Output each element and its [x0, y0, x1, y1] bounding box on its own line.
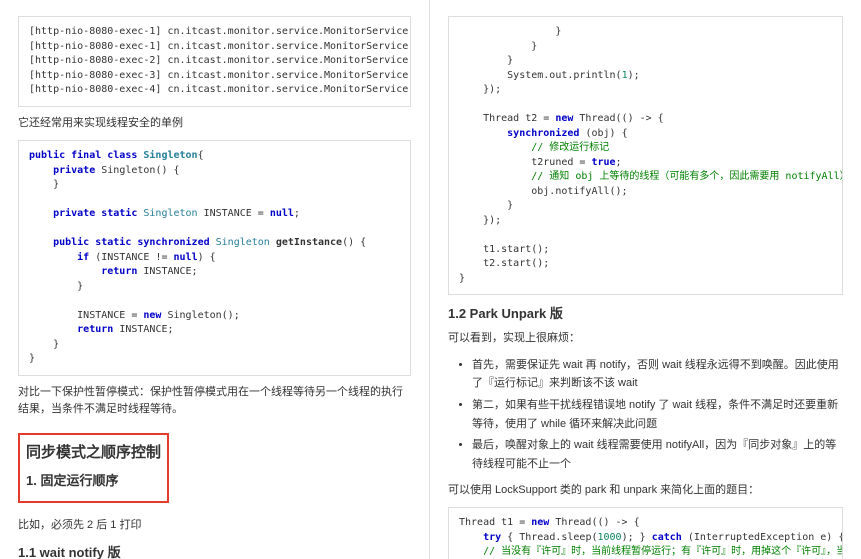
right-column: } } } System.out.println(1); }); Thread …	[430, 0, 861, 559]
heading-wait-notify: 1.1 wait notify 版	[18, 542, 411, 559]
note-compare: 对比一下保护性暂停模式：保护性暂停模式用在一个线程等待另一个线程的执行结果，当条…	[18, 384, 411, 419]
list-item: 首先，需要保证先 wait 再 notify，否则 wait 线程永远得不到唤醒…	[472, 356, 843, 393]
note-pu-use: 可以使用 LockSupport 类的 park 和 unpark 来简化上面的…	[448, 482, 843, 500]
left-column: [http-nio-8080-exec-1] cn.itcast.monitor…	[0, 0, 430, 559]
list-item: 第二，如果有些干扰线程错误地 notify 了 wait 线程，条件不满足时还要…	[472, 396, 843, 433]
heading-sync-order: 同步模式之顺序控制	[26, 441, 161, 462]
wait-notify-code-cont: } } } System.out.println(1); }); Thread …	[448, 16, 843, 295]
log-output: [http-nio-8080-exec-1] cn.itcast.monitor…	[18, 16, 411, 107]
park-unpark-code: Thread t1 = new Thread(() -> { try { Thr…	[448, 507, 843, 559]
park-unpark-issues-list: 首先，需要保证先 wait 再 notify，否则 wait 线程永远得不到唤醒…	[448, 356, 843, 474]
heading-fixed-order: 1. 固定运行顺序	[26, 470, 161, 489]
redbox-highlight: 同步模式之顺序控制 1. 固定运行顺序	[18, 433, 169, 503]
note-order: 比如，必须先 2 后 1 打印	[18, 517, 411, 535]
singleton-code: public final class Singleton{ private Si…	[18, 140, 411, 376]
note-pu-intro: 可以看到，实现上很麻烦：	[448, 330, 843, 348]
note-singleton: 它还经常用来实现线程安全的单例	[18, 115, 411, 133]
heading-park-unpark: 1.2 Park Unpark 版	[448, 303, 843, 322]
list-item: 最后，唤醒对象上的 wait 线程需要使用 notifyAll，因为『同步对象』…	[472, 436, 843, 473]
